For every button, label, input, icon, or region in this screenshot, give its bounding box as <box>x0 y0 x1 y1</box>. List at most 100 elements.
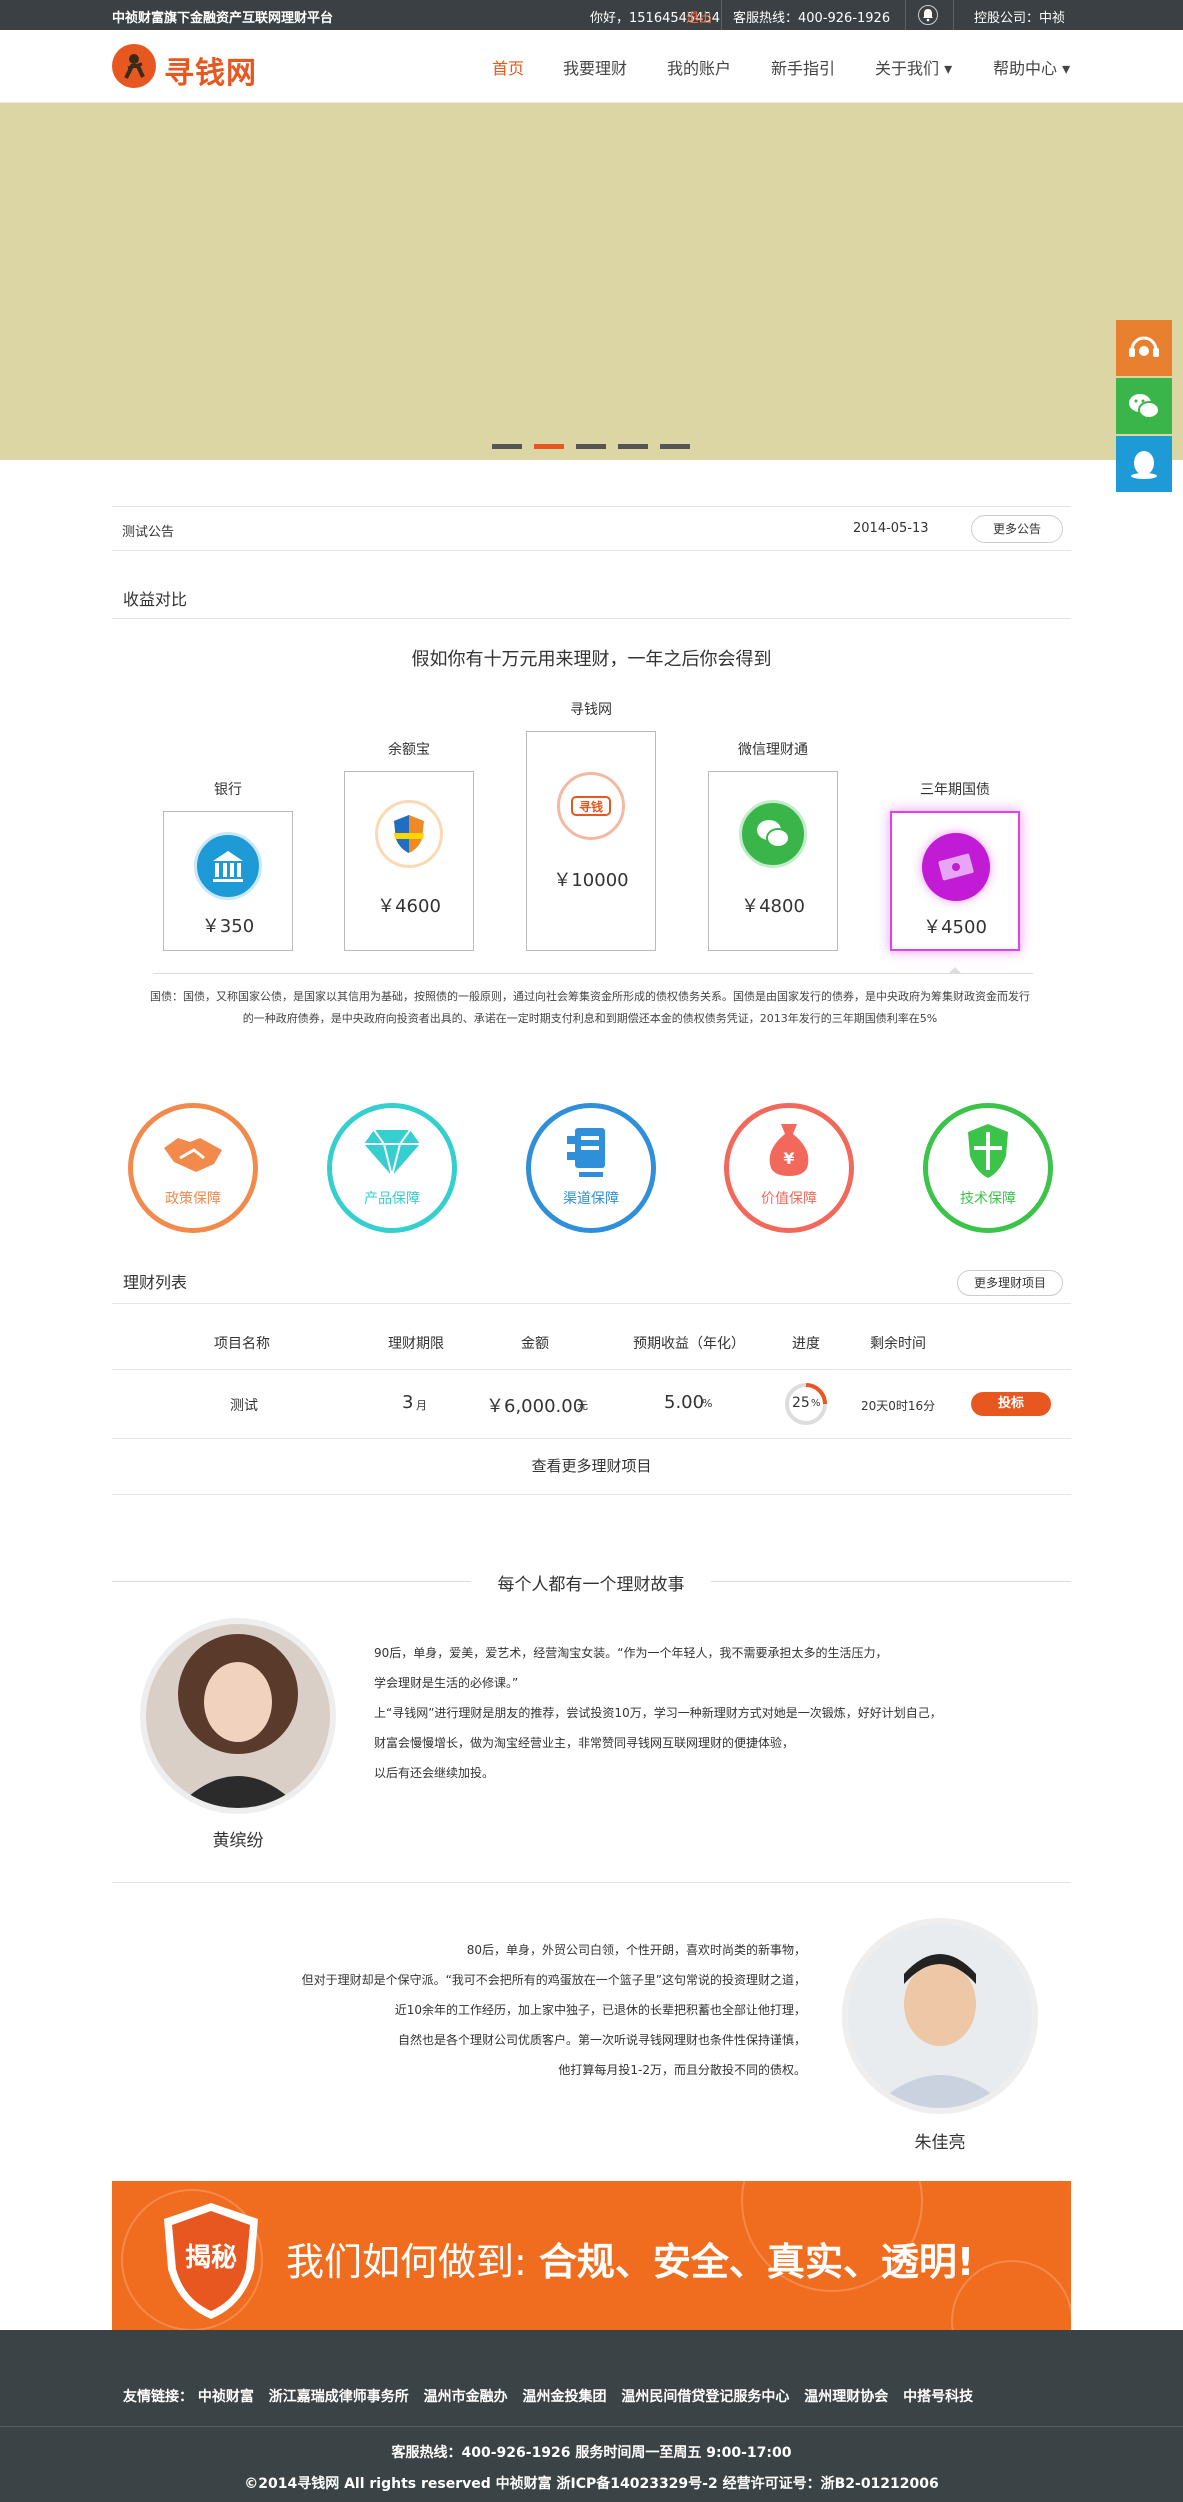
carousel-dot[interactable] <box>618 444 648 449</box>
story-text: 80后，单身，外贸公司白领，个性开朗，喜欢时尚类的新事物， 但对于理财却是个保守… <box>150 1935 806 2085</box>
promo-headline: 我们如何做到: 合规、安全、真实、透明! <box>286 2231 974 2286</box>
feature-tech[interactable]: 技术保障 <box>923 1103 1053 1233</box>
promo-banner[interactable]: 揭秘 我们如何做到: 合规、安全、真实、透明! <box>112 2181 1071 2339</box>
notice-date: 2014-05-13 <box>853 521 929 536</box>
story-line: 近10余年的工作经历，加上家中独子，已退休的长辈把积蓄也全部让他打理， <box>394 2003 806 2017</box>
feature-policy[interactable]: 政策保障 <box>128 1103 258 1233</box>
compare-card-bank: ￥350 <box>163 811 293 951</box>
remaining-time: 20天0时16分 <box>861 1399 936 1413</box>
more-products-button[interactable]: 更多理财项目 <box>957 1270 1063 1296</box>
progress-value: 25 <box>792 1395 810 1411</box>
logo-icon[interactable] <box>112 44 156 88</box>
footer-link[interactable]: 温州市金融办 <box>424 2389 508 2405</box>
story-line: 上“寻钱网”进行理财是朋友的推荐，尝试投资10万，学习一种新理财方式对她是一次锻… <box>374 1706 942 1720</box>
bell-icon[interactable] <box>918 5 938 25</box>
footer-link[interactable]: 温州金投集团 <box>523 2389 607 2405</box>
footer-link[interactable]: 中搭号科技 <box>903 2389 973 2405</box>
carousel-dot-active[interactable] <box>534 444 564 449</box>
footer-link[interactable]: 浙江嘉瑞成律师事务所 <box>269 2389 409 2405</box>
divider <box>905 0 906 30</box>
friend-links: 友情链接： 中祯财富 浙江嘉瑞成律师事务所 温州市金融办 温州金投集团 温州民间… <box>123 2386 973 2406</box>
nav-home[interactable]: 首页 <box>492 55 524 79</box>
divider <box>112 1882 1071 1883</box>
feature-channel[interactable]: 渠道保障 <box>526 1103 656 1233</box>
story-line: 80后，单身，外贸公司白领，个性开朗，喜欢时尚类的新事物， <box>466 1943 806 1957</box>
nav-account[interactable]: 我的账户 <box>667 55 731 79</box>
product-rate-unit: % <box>702 1397 713 1410</box>
nav-invest[interactable]: 我要理财 <box>563 55 627 79</box>
customer-service-icon[interactable] <box>1116 320 1172 376</box>
promo-text-prefix: 我们如何做到: <box>286 2240 539 2284</box>
logo-text[interactable]: 寻钱网 <box>164 48 257 92</box>
divider <box>0 2426 1183 2427</box>
logout-link[interactable]: 退出 <box>686 7 712 26</box>
product-term: 3 <box>402 1392 414 1413</box>
footer-link[interactable]: 中祯财富 <box>198 2389 254 2405</box>
story-name: 黄缤纷 <box>212 1831 264 1851</box>
svg-text:寻钱: 寻钱 <box>579 799 603 814</box>
compare-value-yuebao: ￥4600 <box>377 896 441 917</box>
compare-value-bank: ￥350 <box>201 916 255 937</box>
diamond-icon <box>364 1129 420 1177</box>
col-header-term: 理财期限 <box>388 1336 444 1352</box>
product-amount-unit: 元 <box>577 1399 588 1412</box>
divider <box>112 1303 1071 1304</box>
wechat-icon <box>739 800 807 868</box>
story-line: 他打算每月投1-2万，而且分散投不同的债权。 <box>558 2063 806 2077</box>
col-header-amount: 金额 <box>521 1336 549 1352</box>
feature-label: 技术保障 <box>960 1191 1016 1207</box>
bank-icon <box>194 832 262 900</box>
compare-card-yuebao: ￥4600 <box>344 771 474 951</box>
compare-value-xunqian: ￥10000 <box>553 870 629 891</box>
table-row[interactable]: 测试 3 月 ￥6,000.00 元 5.00 % 25 % 20天0时16分 … <box>112 1370 1071 1438</box>
divider <box>112 1494 1071 1495</box>
security-icon <box>968 1124 1008 1178</box>
product-name[interactable]: 测试 <box>230 1395 258 1415</box>
divider <box>953 0 954 30</box>
compare-card-bond: ￥4500 <box>890 811 1020 951</box>
wechat-icon[interactable] <box>1116 378 1172 434</box>
story-line: 90后，单身，爱美，爱艺术，经营淘宝女装。“作为一个年轻人，我不需要承担太多的生… <box>374 1646 888 1660</box>
hero-banner[interactable] <box>0 103 1183 460</box>
footer-link[interactable]: 温州民间借贷登记服务中心 <box>621 2389 789 2405</box>
divider <box>112 1438 1071 1439</box>
links-label: 友情链接： <box>123 2389 193 2405</box>
compare-value-wechat: ￥4800 <box>741 896 805 917</box>
avatar <box>842 1918 1038 2114</box>
compare-label-wechat: 微信理财通 <box>738 742 808 758</box>
nav-help[interactable]: 帮助中心 ▾ <box>993 55 1070 79</box>
more-notice-button[interactable]: 更多公告 <box>971 515 1063 543</box>
feature-product[interactable]: 产品保障 <box>327 1103 457 1233</box>
carousel-dot[interactable] <box>660 444 690 449</box>
footer-link[interactable]: 温州理财协会 <box>804 2389 888 2405</box>
compare-card-xunqian: 寻钱 ￥10000 <box>526 731 656 951</box>
stories-title: 每个人都有一个理财故事 <box>471 1570 711 1595</box>
carousel-dot[interactable] <box>492 444 522 449</box>
feature-value[interactable]: ¥ 价值保障 <box>724 1103 854 1233</box>
notice-title[interactable]: 测试公告 <box>122 521 174 540</box>
view-more-link[interactable]: 查看更多理财项目 <box>0 1455 1183 1476</box>
handshake-icon <box>164 1138 222 1172</box>
footer-copyright: ©2014寻钱网 All rights reserved 中祯财富 浙ICP备1… <box>244 2476 939 2492</box>
nav-guide[interactable]: 新手指引 <box>771 55 835 79</box>
channel-icon <box>567 1128 605 1177</box>
products-section-title: 理财列表 <box>123 1273 188 1292</box>
col-header-name: 项目名称 <box>214 1336 270 1352</box>
story-line: 以后有还会继续加投。 <box>374 1766 495 1780</box>
divider <box>721 0 722 30</box>
notice-bar: 测试公告 2014-05-13 更多公告 <box>112 506 1071 551</box>
shield-icon <box>375 800 443 868</box>
hotline-text: 客服热线：400-926-1926 <box>733 11 891 26</box>
col-header-remaining: 剩余时间 <box>870 1336 926 1352</box>
carousel-dot[interactable] <box>576 444 606 449</box>
bid-button[interactable]: 投标 <box>971 1392 1051 1416</box>
nav-about[interactable]: 关于我们 ▾ <box>875 55 952 79</box>
progress-unit: % <box>811 1398 821 1409</box>
compare-card-wechat: ￥4800 <box>708 771 838 951</box>
feature-label: 产品保障 <box>364 1191 420 1207</box>
qq-icon[interactable] <box>1116 436 1172 492</box>
col-header-rate: 预期收益（年化） <box>633 1336 745 1352</box>
bond-icon <box>922 833 990 901</box>
svg-text:¥: ¥ <box>783 1149 794 1168</box>
product-amount: ￥6,000.00 <box>486 1396 585 1417</box>
